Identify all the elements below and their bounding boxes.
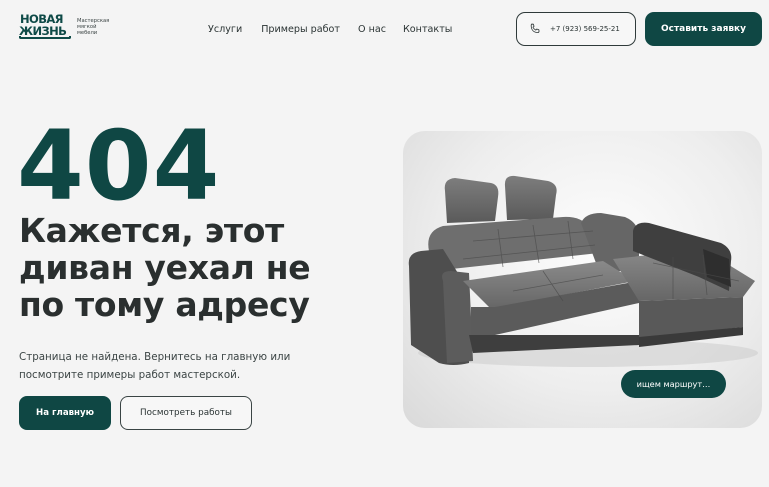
view-works-button[interactable]: Посмотреть работы [120, 396, 252, 430]
phone-icon [530, 23, 540, 33]
main-nav: Услуги Примеры работ О нас Контакты [208, 24, 452, 35]
error-code: 404 [17, 110, 221, 222]
image-caption-badge: ищем маршрут… [621, 370, 726, 398]
page-title: Кажется, этот диван уехал не по тому адр… [19, 212, 379, 323]
logo[interactable]: НОВАЯ ЖИЗНЬ Мастерская мягкой мебели [19, 13, 117, 41]
leave-request-button[interactable]: Оставить заявку [645, 12, 762, 46]
title-line: диван уехал не [19, 248, 311, 287]
title-line: Кажется, этот [19, 211, 284, 250]
nav-item-contacts[interactable]: Контакты [403, 24, 452, 35]
logo-subtitle: Мастерская мягкой мебели [77, 18, 117, 37]
nav-item-about[interactable]: О нас [358, 24, 386, 35]
title-line: по тому адресу [19, 285, 310, 324]
nav-item-services[interactable]: Услуги [208, 24, 242, 35]
home-button[interactable]: На главную [19, 396, 111, 430]
logo-mark: НОВАЯ ЖИЗНЬ [19, 13, 71, 41]
sofa-icon [19, 36, 71, 39]
logo-subtitle-line: мебели [77, 30, 98, 37]
phone-button[interactable]: +7 (923) 569-25-21 [516, 12, 636, 46]
phone-number: +7 (923) 569-25-21 [550, 25, 620, 33]
nav-item-works[interactable]: Примеры работ [261, 24, 340, 35]
error-description: Страница не найдена. Вернитесь на главну… [19, 351, 291, 381]
